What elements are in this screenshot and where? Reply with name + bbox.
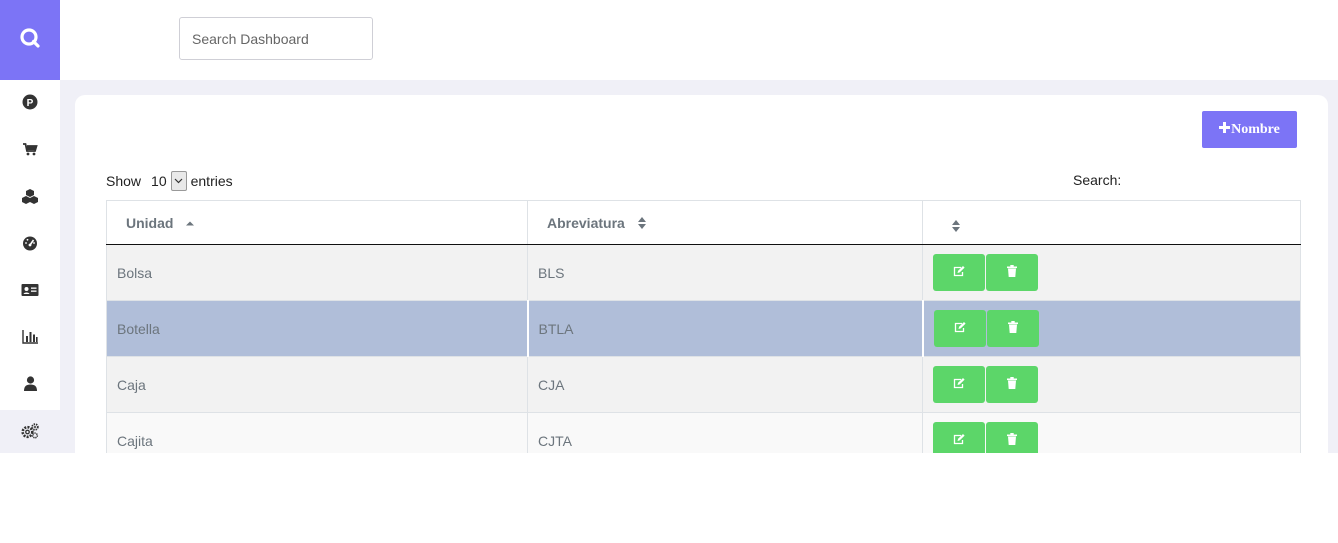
parking-icon: P xyxy=(22,94,38,115)
sort-asc-icon xyxy=(185,220,195,226)
abreviatura-cell: BTLA xyxy=(527,300,924,357)
units-card: Nombre Show 10 entries Search: Unidad Ab… xyxy=(75,95,1328,453)
column-header-unidad[interactable]: Unidad xyxy=(106,200,528,245)
entries-label: entries xyxy=(190,173,233,189)
column-header-actions[interactable] xyxy=(922,200,1301,245)
table-row[interactable]: Cajita CJTA xyxy=(106,412,1301,453)
column-header-label: Unidad xyxy=(126,214,174,231)
svg-text:P: P xyxy=(27,98,34,109)
table-search-label: Search: xyxy=(1073,172,1122,188)
sort-both-icon xyxy=(637,216,647,230)
edit-icon xyxy=(953,377,965,392)
chevron-down-icon xyxy=(170,171,187,191)
dashboard-search-input[interactable] xyxy=(179,17,373,60)
unidad-cell: Bolsa xyxy=(106,244,528,301)
unidad-cell: Botella xyxy=(106,300,529,357)
sidebar-item-settings[interactable] xyxy=(0,410,60,453)
entries-length-control: Show 10 entries xyxy=(106,170,233,192)
abreviatura-cell: BLS xyxy=(527,244,923,301)
sidebar-item-user[interactable] xyxy=(0,363,60,409)
cubes-icon xyxy=(21,188,39,209)
top-bar xyxy=(60,0,1338,80)
app-viewport: P Search Dashboard Nombre Show 10 entrie… xyxy=(0,0,1338,453)
add-unit-button[interactable]: Nombre xyxy=(1202,111,1297,148)
search-logo-icon xyxy=(19,27,41,54)
delete-button[interactable] xyxy=(986,254,1038,291)
dashboard-gauge-icon xyxy=(22,235,38,256)
table-row[interactable]: Caja CJA xyxy=(106,356,1301,413)
delete-button[interactable] xyxy=(986,366,1038,403)
show-label: Show xyxy=(106,173,142,189)
sidebar-item-contacts[interactable] xyxy=(0,269,60,315)
units-table: Unidad Abreviatura Bolsa BLS Botella BTL… xyxy=(106,200,1301,453)
edit-icon xyxy=(953,433,965,448)
user-icon xyxy=(23,376,37,396)
table-row[interactable]: Botella BTLA xyxy=(106,300,1301,357)
abreviatura-cell: CJTA xyxy=(527,412,923,453)
sidebar-item-cubes[interactable] xyxy=(0,175,60,221)
app-logo[interactable] xyxy=(0,0,60,80)
delete-button[interactable] xyxy=(986,310,1039,347)
trash-icon xyxy=(1007,377,1017,392)
sidebar: P xyxy=(0,0,60,453)
trash-icon xyxy=(1007,265,1017,280)
actions-cell xyxy=(922,356,1301,413)
sort-both-icon xyxy=(951,219,961,233)
abreviatura-cell: CJA xyxy=(527,356,923,413)
column-header-label: Abreviatura xyxy=(547,214,625,231)
table-row[interactable]: Bolsa BLS xyxy=(106,244,1301,301)
edit-button[interactable] xyxy=(933,366,985,403)
edit-button[interactable] xyxy=(933,422,985,453)
id-card-icon xyxy=(21,283,39,302)
trash-icon xyxy=(1007,433,1017,448)
sidebar-item-cart[interactable] xyxy=(0,128,60,174)
column-header-abreviatura[interactable]: Abreviatura xyxy=(527,200,923,245)
sidebar-item-parking[interactable]: P xyxy=(0,81,60,127)
unidad-cell: Caja xyxy=(106,356,528,413)
entries-select[interactable]: 10 xyxy=(151,171,187,191)
entries-select-value: 10 xyxy=(151,173,167,189)
cart-icon xyxy=(22,141,38,162)
plus-icon xyxy=(1219,121,1231,138)
edit-button[interactable] xyxy=(933,310,986,347)
actions-cell xyxy=(922,244,1301,301)
sidebar-item-dashboard[interactable] xyxy=(0,222,60,268)
unidad-cell: Cajita xyxy=(106,412,528,453)
edit-icon xyxy=(954,321,966,336)
actions-cell xyxy=(922,300,1301,357)
trash-icon xyxy=(1007,321,1018,336)
gears-icon xyxy=(21,422,39,444)
delete-button[interactable] xyxy=(986,422,1038,453)
actions-cell xyxy=(922,412,1301,453)
edit-button[interactable] xyxy=(933,254,985,291)
add-unit-label: Nombre xyxy=(1231,121,1280,137)
edit-icon xyxy=(953,265,965,280)
bar-chart-icon xyxy=(21,329,39,349)
table-header-row: Unidad Abreviatura xyxy=(106,200,1301,245)
sidebar-item-reports[interactable] xyxy=(0,316,60,362)
